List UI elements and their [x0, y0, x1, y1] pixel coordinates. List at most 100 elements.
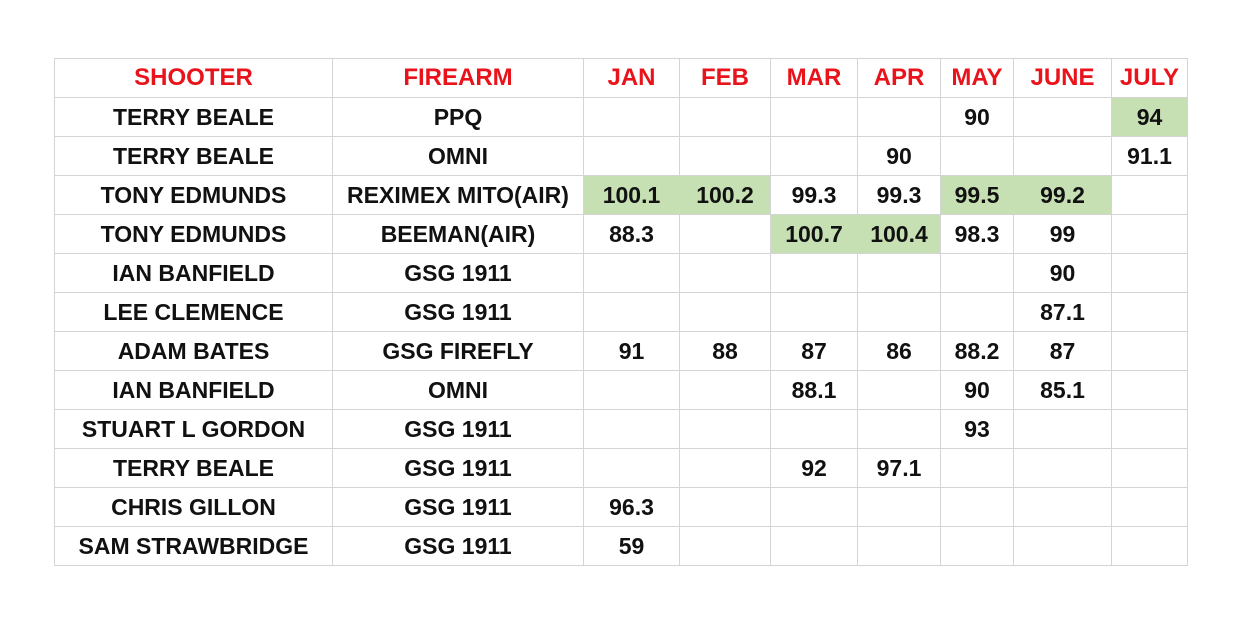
- table-row: CHRIS GILLON GSG 1911 96.3: [54, 487, 1188, 527]
- score-cell-apr: 90: [857, 136, 941, 176]
- shooter-cell: TONY EDMUNDS: [54, 175, 333, 215]
- score-cell-feb: [679, 409, 771, 449]
- firearm-cell: REXIMEX MITO(AIR): [332, 175, 584, 215]
- score-cell-may: 90: [940, 97, 1014, 137]
- table-row: IAN BANFIELD OMNI 88.1 90 85.1: [54, 370, 1188, 410]
- score-cell-apr: 86: [857, 331, 941, 371]
- firearm-cell: BEEMAN(AIR): [332, 214, 584, 254]
- header-apr: APR: [857, 58, 941, 98]
- shooter-cell: STUART L GORDON: [54, 409, 333, 449]
- score-cell-jan: 96.3: [583, 487, 680, 527]
- firearm-cell: OMNI: [332, 136, 584, 176]
- score-cell-june: [1013, 526, 1112, 566]
- header-shooter: SHOOTER: [54, 58, 333, 98]
- shooter-cell: IAN BANFIELD: [54, 253, 333, 293]
- score-cell-june: [1013, 97, 1112, 137]
- score-cell-june: 87: [1013, 331, 1112, 371]
- score-cell-july: 94: [1111, 97, 1188, 137]
- score-cell-jan: 100.1: [583, 175, 680, 215]
- table-row: SAM STRAWBRIDGE GSG 1911 59: [54, 526, 1188, 566]
- shooter-cell: TERRY BEALE: [54, 97, 333, 137]
- score-cell-july: [1111, 253, 1188, 293]
- score-cell-mar: 92: [770, 448, 858, 488]
- firearm-cell: OMNI: [332, 370, 584, 410]
- score-cell-apr: 100.4: [857, 214, 941, 254]
- shooter-cell: SAM STRAWBRIDGE: [54, 526, 333, 566]
- score-cell-may: 90: [940, 370, 1014, 410]
- score-cell-jan: [583, 97, 680, 137]
- score-cell-jan: [583, 292, 680, 332]
- score-cell-feb: [679, 526, 771, 566]
- score-cell-may: [940, 292, 1014, 332]
- score-cell-feb: [679, 370, 771, 410]
- score-cell-july: [1111, 409, 1188, 449]
- score-cell-mar: [770, 97, 858, 137]
- score-cell-mar: [770, 253, 858, 293]
- table-body: TERRY BEALE PPQ 90 94 TERRY BEALE OMNI 90 91.1 T…: [54, 97, 1188, 566]
- shooter-cell: IAN BANFIELD: [54, 370, 333, 410]
- shooter-cell: TERRY BEALE: [54, 448, 333, 488]
- score-cell-may: 99.5: [940, 175, 1014, 215]
- table-row: IAN BANFIELD GSG 1911 90: [54, 253, 1188, 293]
- score-cell-feb: 100.2: [679, 175, 771, 215]
- score-cell-feb: [679, 448, 771, 488]
- score-cell-july: 91.1: [1111, 136, 1188, 176]
- score-cell-june: 99.2: [1013, 175, 1112, 215]
- table-row: TERRY BEALE GSG 1911 92 97.1: [54, 448, 1188, 488]
- score-cell-mar: [770, 292, 858, 332]
- score-cell-jan: 59: [583, 526, 680, 566]
- score-cell-mar: 100.7: [770, 214, 858, 254]
- score-cell-apr: [857, 409, 941, 449]
- shooter-cell: ADAM BATES: [54, 331, 333, 371]
- firearm-cell: PPQ: [332, 97, 584, 137]
- score-cell-mar: [770, 487, 858, 527]
- score-cell-may: [940, 253, 1014, 293]
- score-cell-may: 98.3: [940, 214, 1014, 254]
- score-cell-feb: [679, 136, 771, 176]
- table-row: TONY EDMUNDS BEEMAN(AIR) 88.3 100.7 100.4 98.…: [54, 214, 1188, 254]
- score-cell-apr: [857, 97, 941, 137]
- score-cell-jan: [583, 370, 680, 410]
- header-firearm: FIREARM: [332, 58, 584, 98]
- table-row: ADAM BATES GSG FIREFLY 91 88 87 86 88.2 87: [54, 331, 1188, 371]
- score-cell-june: 85.1: [1013, 370, 1112, 410]
- firearm-cell: GSG 1911: [332, 487, 584, 527]
- score-cell-july: [1111, 526, 1188, 566]
- score-cell-july: [1111, 370, 1188, 410]
- score-cell-june: [1013, 448, 1112, 488]
- score-cell-may: [940, 487, 1014, 527]
- header-may: MAY: [940, 58, 1014, 98]
- score-cell-may: [940, 526, 1014, 566]
- score-cell-jan: [583, 253, 680, 293]
- table-row: LEE CLEMENCE GSG 1911 87.1: [54, 292, 1188, 332]
- score-cell-june: [1013, 487, 1112, 527]
- score-cell-june: [1013, 409, 1112, 449]
- header-jan: JAN: [583, 58, 680, 98]
- header-june: JUNE: [1013, 58, 1112, 98]
- table-row: TERRY BEALE PPQ 90 94: [54, 97, 1188, 137]
- score-cell-july: [1111, 331, 1188, 371]
- table-header: SHOOTER FIREARM JAN FEB MAR APR MAY JUNE…: [54, 58, 1188, 98]
- score-cell-mar: 99.3: [770, 175, 858, 215]
- score-cell-jan: [583, 409, 680, 449]
- score-cell-apr: [857, 370, 941, 410]
- firearm-cell: GSG 1911: [332, 292, 584, 332]
- score-cell-apr: [857, 292, 941, 332]
- shooter-cell: LEE CLEMENCE: [54, 292, 333, 332]
- score-cell-july: [1111, 292, 1188, 332]
- firearm-cell: GSG 1911: [332, 526, 584, 566]
- score-cell-jan: 91: [583, 331, 680, 371]
- score-cell-feb: [679, 214, 771, 254]
- score-cell-june: 90: [1013, 253, 1112, 293]
- score-cell-apr: 99.3: [857, 175, 941, 215]
- header-july: JULY: [1111, 58, 1188, 98]
- score-cell-jan: [583, 136, 680, 176]
- score-cell-june: 87.1: [1013, 292, 1112, 332]
- score-cell-apr: 97.1: [857, 448, 941, 488]
- score-table: SHOOTER FIREARM JAN FEB MAR APR MAY JUNE…: [54, 58, 1188, 566]
- score-cell-feb: 88: [679, 331, 771, 371]
- firearm-cell: GSG 1911: [332, 448, 584, 488]
- score-cell-feb: [679, 97, 771, 137]
- score-cell-june: 99: [1013, 214, 1112, 254]
- score-cell-feb: [679, 487, 771, 527]
